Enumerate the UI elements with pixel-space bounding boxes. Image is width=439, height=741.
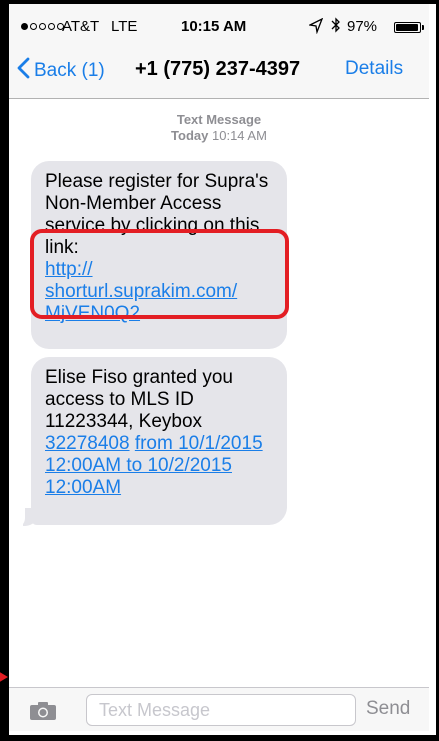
details-button[interactable]: Details (345, 58, 403, 80)
battery-icon (394, 22, 421, 33)
message-input-bar: Send (9, 687, 429, 731)
message-day: Today (171, 128, 209, 143)
link-highlight-box (30, 229, 289, 319)
message-bubble: Elise Fiso granted you access to MLS ID … (31, 357, 287, 525)
phone-screen: AT&T LTE 10:15 AM 97% Back (1) +1 (775) … (9, 4, 429, 731)
send-button[interactable]: Send (366, 698, 410, 720)
location-arrow-icon (307, 17, 324, 39)
keybox-link[interactable]: 32278408 (45, 433, 130, 454)
carrier-label: AT&T (62, 18, 100, 35)
back-button[interactable]: Back (1) (17, 57, 105, 85)
pointer-arrow (0, 671, 8, 683)
network-label: LTE (111, 18, 138, 35)
message-input[interactable] (86, 694, 356, 726)
nav-bar: Back (1) +1 (775) 237-4397 Details (9, 46, 429, 99)
camera-icon[interactable] (29, 701, 57, 721)
message-type-label: Text Message (176, 112, 262, 127)
message-date: Today 10:14 AM (9, 128, 429, 144)
contact-title: +1 (775) 237-4397 (135, 58, 301, 80)
status-time: 10:15 AM (181, 18, 247, 35)
bluetooth-icon (331, 17, 341, 39)
message-timestamp: Text Message Today 10:14 AM (9, 112, 429, 144)
message-time: 10:14 AM (212, 128, 267, 143)
battery-percent: 97% (347, 18, 378, 35)
chevron-left-icon (17, 57, 30, 85)
back-label: Back (1) (34, 60, 105, 81)
message-text: Elise Fiso granted you access to MLS ID … (45, 367, 233, 432)
signal-dots-icon (21, 23, 64, 30)
status-bar: AT&T LTE 10:15 AM 97% (9, 4, 429, 46)
